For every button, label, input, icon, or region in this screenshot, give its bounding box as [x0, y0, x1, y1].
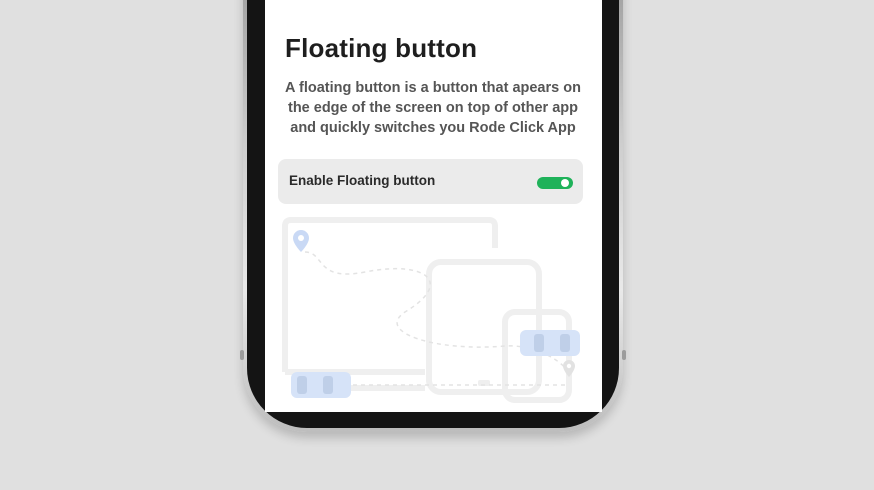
enable-floating-button-label: Enable Floating button — [289, 173, 436, 188]
phone-screen: Floating button A floating button is a b… — [265, 0, 602, 412]
monitor-outline — [282, 217, 498, 391]
multi-device-illustration — [282, 217, 580, 403]
enable-floating-button-row[interactable]: Enable Floating button — [278, 159, 583, 204]
switch-knob — [561, 179, 569, 187]
description-text: A floating button is a button that apear… — [285, 80, 581, 136]
location-pin-icon — [293, 230, 309, 252]
floating-button-pill-icon — [291, 372, 351, 398]
phone-side-button-right — [622, 350, 626, 360]
stage: Floating button A floating button is a b… — [0, 0, 874, 490]
location-pin-icon — [563, 360, 575, 377]
floating-button-pill-icon — [520, 330, 580, 356]
enable-floating-button-switch[interactable] — [537, 177, 573, 189]
tablet-outline — [426, 259, 542, 395]
phone-side-button-left — [240, 350, 244, 360]
page-title: Floating button — [285, 33, 478, 63]
